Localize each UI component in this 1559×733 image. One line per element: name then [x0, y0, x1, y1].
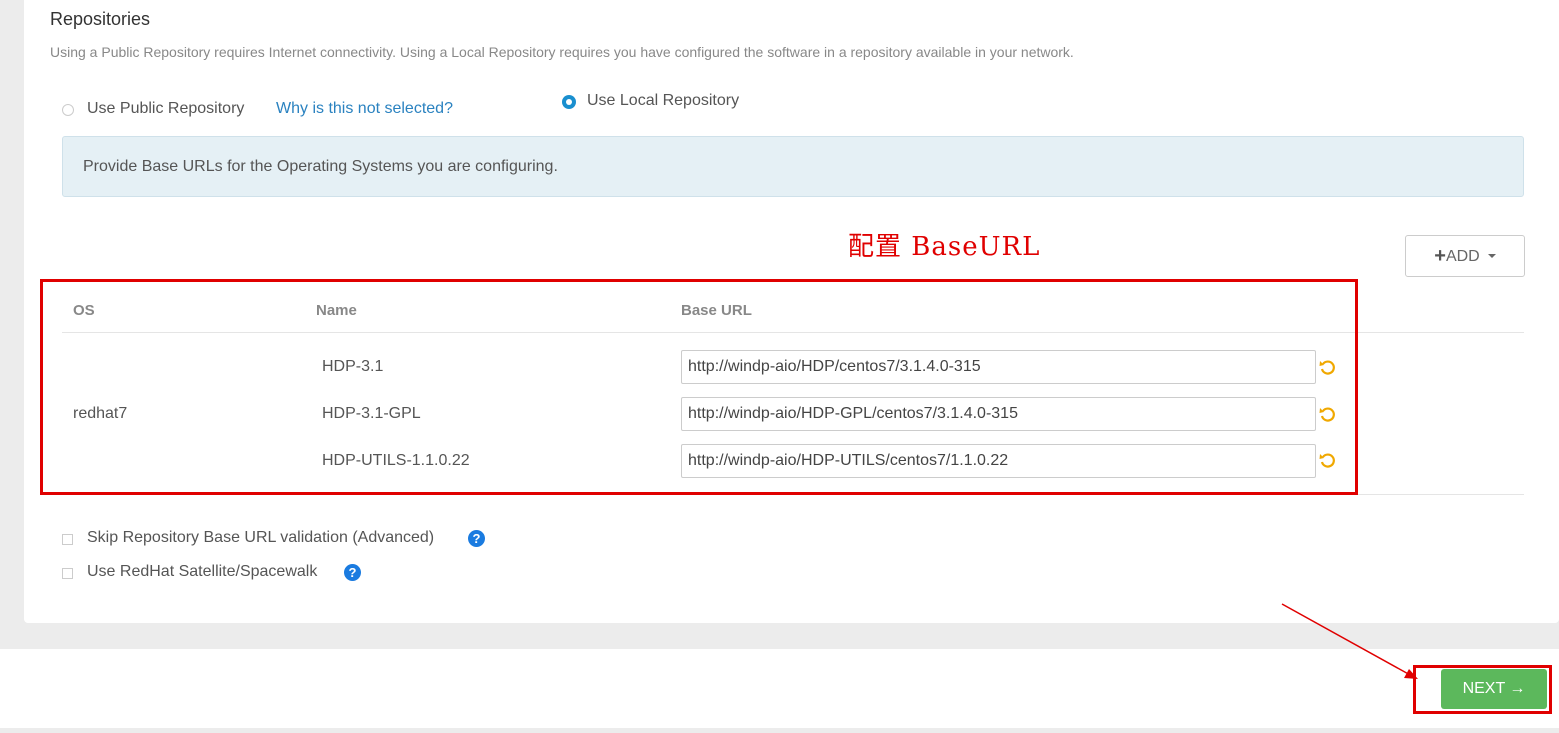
annotation-arrow: [1281, 603, 1418, 679]
annotation-box-next: [1413, 665, 1552, 714]
